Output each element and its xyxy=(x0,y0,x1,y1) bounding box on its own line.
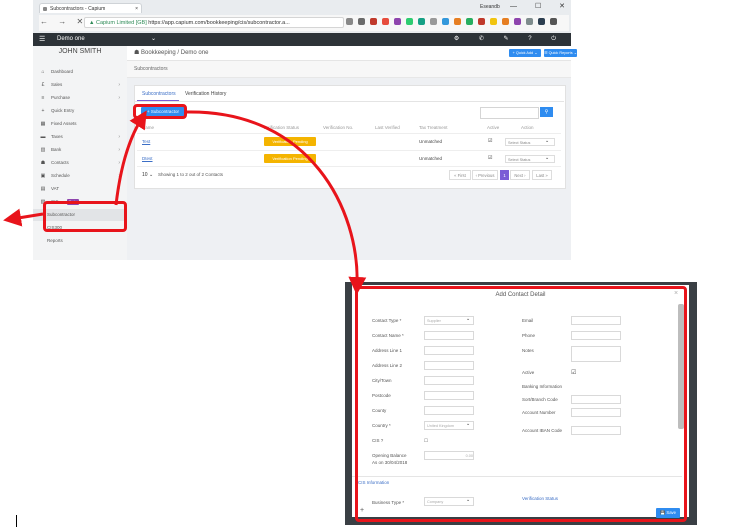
arrow-cis-to-add xyxy=(114,110,147,206)
arrow-add-to-modal xyxy=(186,110,367,295)
arrow-side-pointer xyxy=(3,208,44,227)
text-cursor xyxy=(16,515,17,527)
annotation-arrows xyxy=(3,110,367,295)
